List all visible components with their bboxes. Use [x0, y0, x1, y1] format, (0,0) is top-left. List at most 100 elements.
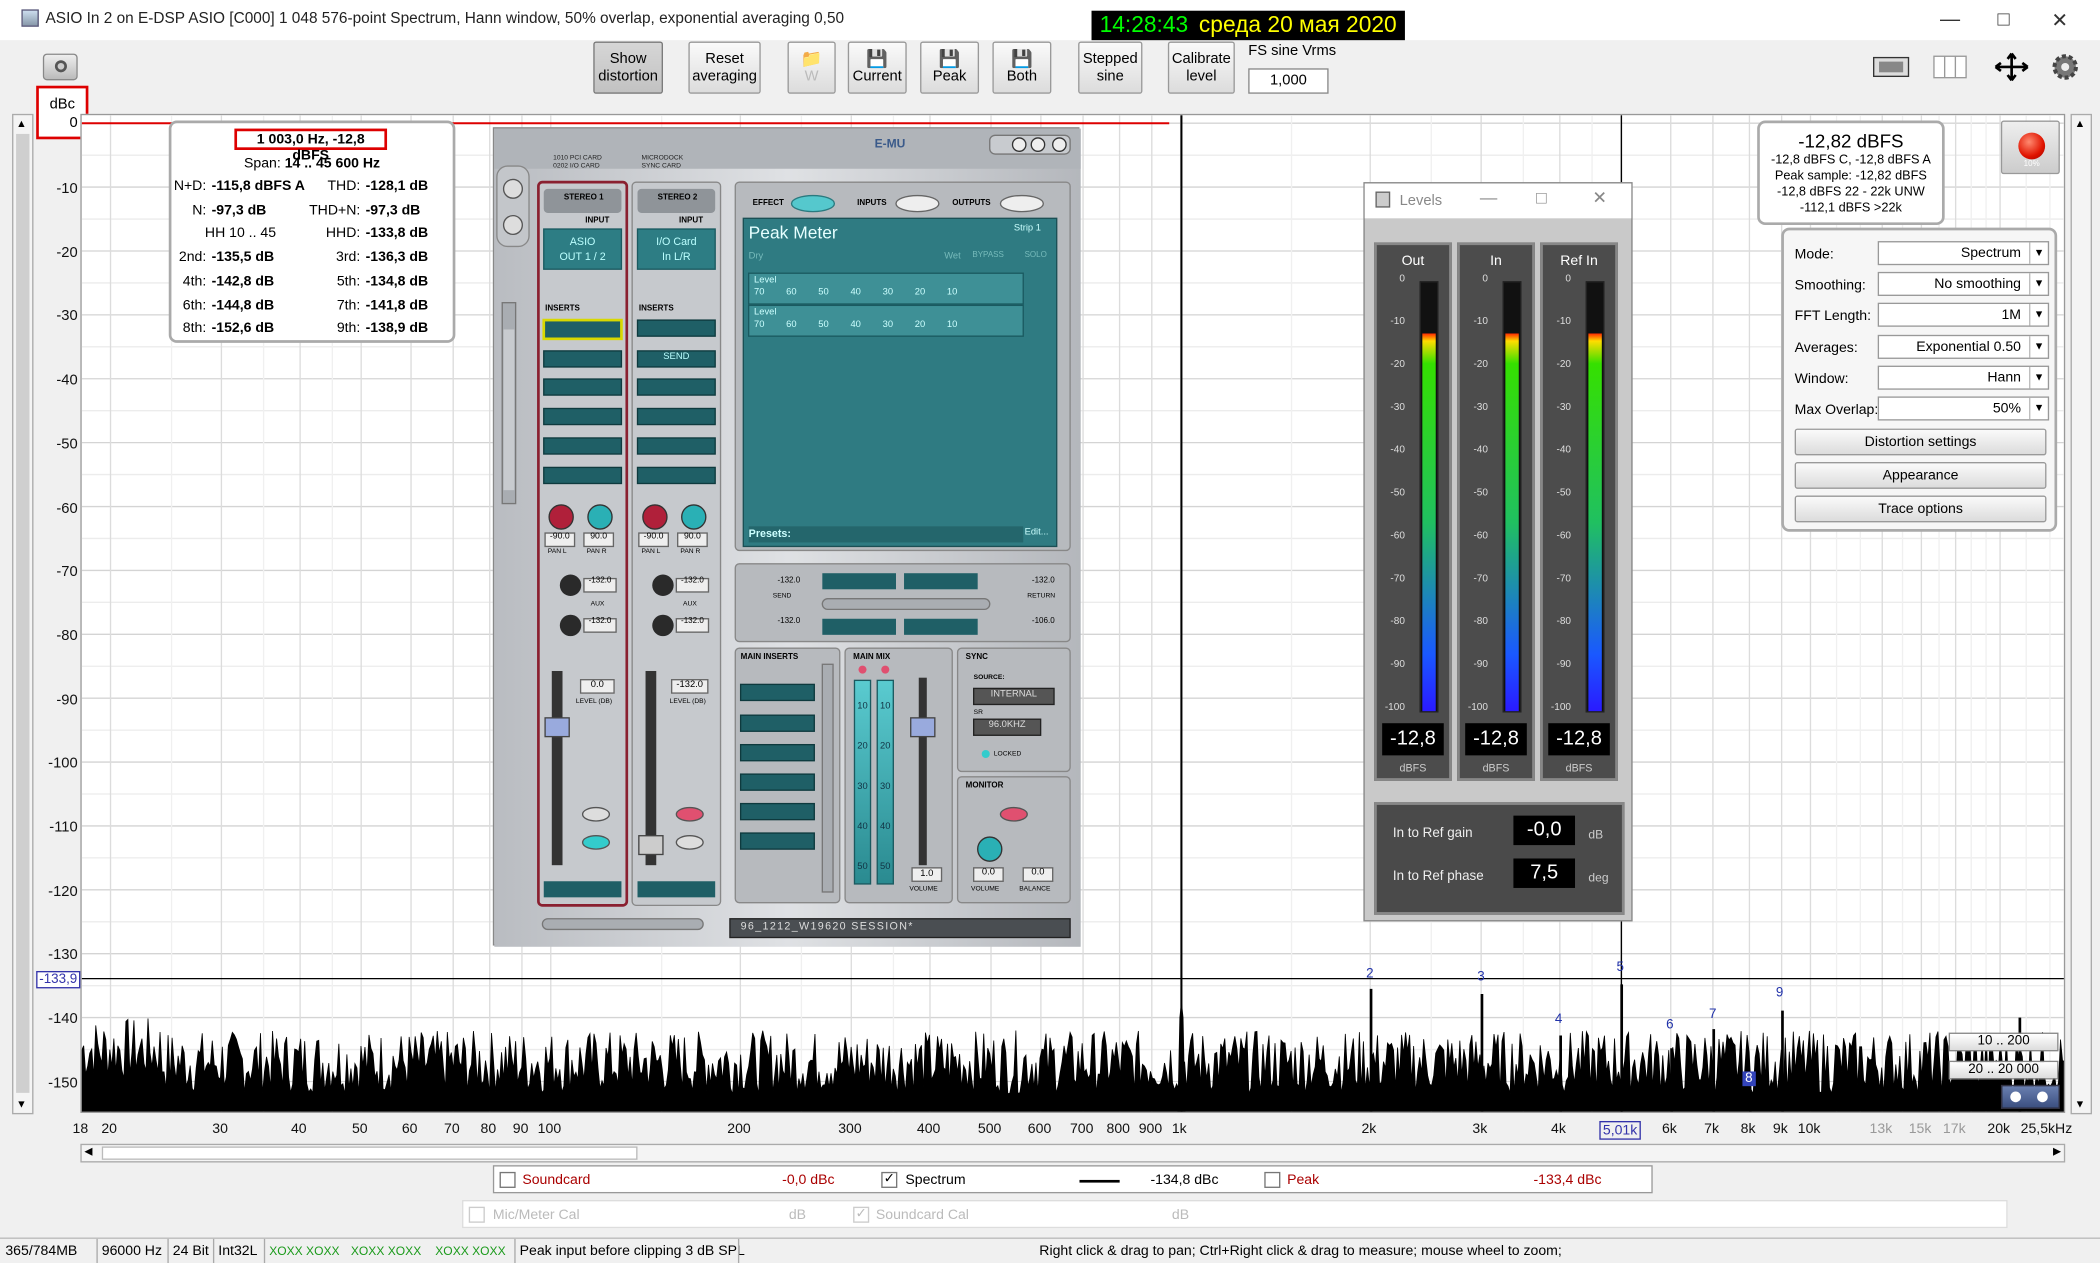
layout-icon[interactable] [1871, 54, 1914, 81]
maximize-icon[interactable]: □ [1990, 8, 2017, 31]
settings-gear-icon[interactable] [2049, 51, 2081, 83]
scroll-down-icon[interactable]: ▼ [16, 1098, 27, 1110]
strip2-input-select[interactable]: I/O Card In L/R [638, 234, 716, 263]
save-both-button[interactable]: 💾 Both [992, 41, 1052, 94]
level-meter-out: Out 0 -10 -20 -30 -40 -50 -60 -70 -80 -90 -100 -12,8… [1374, 242, 1452, 781]
appearance-button[interactable]: Appearance [1794, 462, 2047, 489]
level-meter-ref-in: Ref In 0 -10 -20 -30 -40 -50 -60 -70 -80 -90 -100 -1… [1540, 242, 1618, 781]
snapshot-camera-icon[interactable] [42, 53, 78, 81]
scroll-thumb[interactable] [16, 133, 30, 1093]
x-tick-label: 17k [1942, 1120, 1966, 1138]
control-panel: Mode: Spectrum ▼ Smoothing: No smoothing ▼… [1781, 227, 2058, 532]
soundcard-cal-checkbox[interactable]: ✓ [853, 1206, 870, 1223]
levels-window: Levels — □ ✕ Out 0 -10 -20 -30 -40 -50 -60 -70 -8… [1363, 182, 1633, 922]
x-tick-label: 600 [1027, 1120, 1052, 1138]
mic-cal-checkbox[interactable] [468, 1206, 485, 1223]
strip1-input-select[interactable]: ASIO OUT 1 / 2 [544, 234, 622, 263]
calibration-legend: Mic/Meter Cal dB ✓ Soundcard Cal dB [462, 1200, 2008, 1229]
x-tick-label: 5,01k [1598, 1120, 1642, 1140]
clock-display: 14:28:43 среда 20 мая 2020 [1091, 10, 1405, 41]
trace-legend: Soundcard -0,0 dBc ✓ Spectrum -134,8 dBc… [492, 1165, 1653, 1194]
x-tick-label: 700 [1069, 1120, 1094, 1138]
window-select[interactable]: Hann ▼ [1877, 365, 2050, 390]
harmonic-marker-6[interactable]: 6 [1666, 1018, 1673, 1033]
app-icon [21, 9, 39, 27]
show-distortion-button[interactable]: Show distortion [593, 41, 663, 94]
save-disk-icon: 💾 [866, 48, 889, 69]
x-tick-label: 3k [1472, 1120, 1488, 1138]
bottom-scrollbar[interactable]: ◀ ▶ [80, 1143, 2066, 1163]
averages-select[interactable]: Exponential 0.50 ▼ [1877, 334, 2050, 359]
close-icon[interactable]: ✕ [2046, 8, 2073, 32]
harmonic-marker-7[interactable]: 7 [1709, 1007, 1716, 1022]
harmonic-marker-2[interactable]: 2 [1366, 967, 1373, 982]
y-tick-label: -90 [56, 691, 78, 708]
load-button[interactable]: 📁 W [787, 41, 836, 94]
trace-options-button[interactable]: Trace options [1794, 495, 2047, 523]
main-level: -12,82 dBFS [1798, 129, 1904, 152]
reset-averaging-button[interactable]: Reset averaging [688, 41, 761, 94]
close-icon[interactable]: ✕ [1592, 188, 1607, 209]
ref-phase-value: 7,5 [1513, 858, 1576, 888]
range-10-200-button[interactable]: 10 .. 200 [1948, 1032, 2059, 1052]
scroll-thumb[interactable] [101, 1146, 638, 1160]
scroll-mode-icon[interactable] [2000, 1084, 2060, 1109]
save-peak-button[interactable]: 💾 Peak [920, 41, 980, 94]
y-tick-label: -80 [56, 627, 78, 645]
distortion-settings-button[interactable]: Distortion settings [1794, 428, 2047, 456]
fundamental-readout: 1 003,0 Hz, -12,8 dBFS [234, 128, 388, 163]
columns-icon[interactable] [1929, 54, 1972, 81]
fft-length-select[interactable]: 1M ▼ [1877, 302, 2050, 327]
scroll-up-icon[interactable]: ▲ [16, 118, 27, 130]
harmonic-marker-3[interactable]: 3 [1477, 970, 1484, 985]
x-tick-label: 20k [1987, 1120, 2011, 1138]
scroll-left-icon[interactable]: ◀ [84, 1145, 92, 1157]
emu-patchmix-window: E-MU 1010 PCI CARD 0202 I/O CARD MICRODOC… [492, 127, 1081, 947]
stepped-sine-button[interactable]: Stepped sine [1078, 41, 1143, 94]
save-current-button[interactable]: 💾 Current [847, 41, 907, 94]
minimize-icon[interactable]: — [1480, 188, 1497, 208]
x-tick-label: 18 [72, 1120, 89, 1138]
smoothing-select[interactable]: No smoothing ▼ [1877, 271, 2050, 296]
minimize-icon[interactable]: — [1937, 8, 1964, 31]
x-tick-label: 100 [537, 1120, 562, 1138]
x-tick-label: 400 [916, 1120, 941, 1138]
scroll-up-icon[interactable]: ▲ [2075, 118, 2086, 130]
harmonic-marker-9[interactable]: 9 [1776, 986, 1783, 1001]
left-scrollbar[interactable]: ▲ ▼ [12, 113, 34, 1115]
fs-sine-input[interactable]: 1,000 [1248, 68, 1329, 94]
x-tick-label: 20 [101, 1120, 118, 1138]
peak-checkbox[interactable] [1264, 1171, 1281, 1188]
fullscreen-icon[interactable] [1990, 51, 2033, 83]
harmonic-marker-8[interactable]: 8 [1742, 1071, 1756, 1087]
x-tick-label: 9k [1772, 1120, 1788, 1138]
soundcard-checkbox[interactable] [499, 1171, 516, 1188]
harmonic-marker-4[interactable]: 4 [1555, 1013, 1562, 1028]
y-tick-label: -120 [48, 883, 78, 900]
x-tick-label: 25,5kHz [2020, 1120, 2073, 1138]
spectrum-checkbox[interactable]: ✓ [881, 1171, 898, 1188]
calibrate-level-button[interactable]: Calibrate level [1167, 41, 1235, 94]
scroll-right-icon[interactable]: ▶ [2053, 1145, 2061, 1157]
max-overlap-select[interactable]: 50% ▼ [1877, 396, 2050, 421]
cursor-level-readout[interactable]: -133,9 [36, 970, 81, 989]
span-readout: Span: 14 .. 45 600 Hz [244, 155, 381, 172]
x-tick-label: 500 [977, 1120, 1002, 1138]
x-tick-label: 13k [1869, 1120, 1893, 1138]
right-scrollbar[interactable]: ▲ ▼ [2070, 113, 2092, 1115]
chevron-down-icon: ▼ [2029, 366, 2048, 389]
open-folder-icon: 📁 [800, 48, 823, 69]
ref-gain-phase-panel: In to Ref gain -0,0 dB In to Ref phase 7… [1374, 802, 1625, 915]
y-tick-label: -60 [56, 500, 78, 517]
mode-select[interactable]: Spectrum ▼ [1877, 241, 2050, 266]
y-tick-label: -20 [56, 244, 78, 261]
y-tick-label: -70 [56, 564, 78, 581]
x-tick-label: 30 [212, 1120, 228, 1138]
title-bar: ASIO In 2 on E-DSP ASIO [C000] 1 048 576… [0, 0, 2100, 41]
maximize-icon[interactable]: □ [1536, 188, 1547, 208]
range-20-20000-button[interactable]: 20 .. 20 000 [1948, 1060, 2059, 1080]
record-button[interactable]: 10% [2000, 120, 2060, 175]
distortion-panel: 1 003,0 Hz, -12,8 dBFS Span: 14 .. 45 60… [168, 120, 456, 343]
harmonic-marker-5[interactable]: 5 [1617, 960, 1624, 975]
scroll-down-icon[interactable]: ▼ [2075, 1098, 2086, 1110]
